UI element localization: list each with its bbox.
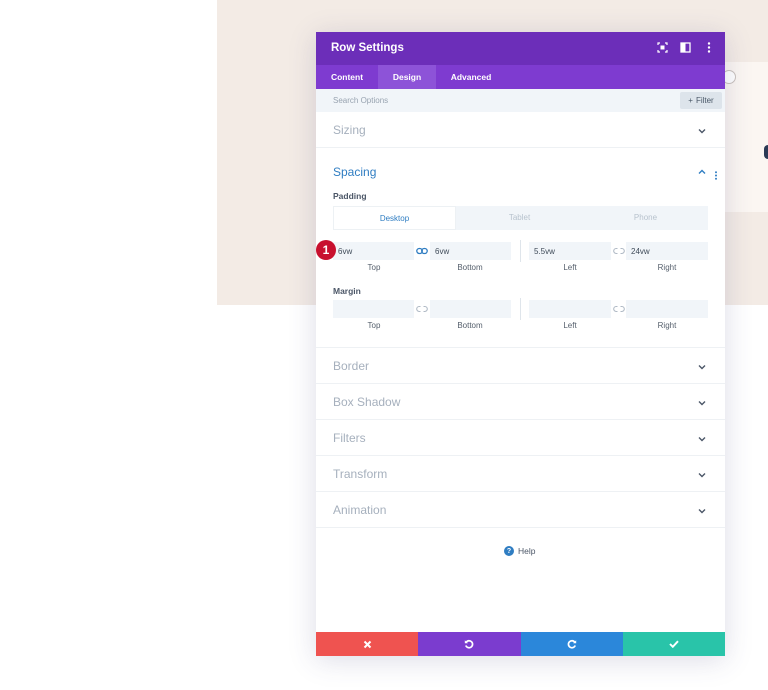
section-border[interactable]: Border [316, 348, 725, 384]
modal-tabs: Content Design Advanced [316, 65, 725, 89]
redo-icon [567, 639, 576, 649]
modal-header: Row Settings [316, 32, 725, 65]
row-settings-modal: Row Settings Content Design Advanced + F… [316, 32, 725, 656]
padding-left-label: Left [563, 263, 577, 272]
unlink-icon[interactable] [613, 304, 625, 314]
divider [520, 240, 521, 262]
padding-top-input[interactable] [333, 242, 414, 260]
device-tab-phone[interactable]: Phone [583, 206, 708, 230]
section-title-spacing[interactable]: Spacing [333, 165, 376, 179]
modal-title: Row Settings [331, 42, 404, 54]
margin-left-label: Left [563, 321, 577, 330]
page-background-inner [725, 62, 768, 212]
undo-icon [465, 639, 474, 649]
margin-right-input[interactable] [626, 300, 708, 318]
tab-content[interactable]: Content [316, 65, 378, 89]
check-icon [669, 640, 679, 648]
padding-right-label: Right [657, 263, 677, 272]
padding-bottom-label: Bottom [457, 263, 483, 272]
search-bar: + Filter [316, 89, 725, 112]
more-options-icon[interactable] [714, 167, 718, 180]
section-filters[interactable]: Filters [316, 420, 725, 456]
section-transform[interactable]: Transform [316, 456, 725, 492]
margin-label: Margin [333, 286, 361, 296]
search-input[interactable] [333, 93, 633, 108]
unlink-icon[interactable] [416, 304, 428, 314]
unlink-icon[interactable] [613, 246, 625, 256]
margin-bottom-label: Bottom [457, 321, 483, 330]
padding-right-input[interactable] [626, 242, 708, 260]
chevron-down-icon [697, 470, 707, 480]
link-icon[interactable] [416, 246, 428, 256]
section-title-box-shadow: Box Shadow [333, 395, 401, 409]
chevron-down-icon [697, 506, 707, 516]
margin-bottom-input[interactable] [430, 300, 511, 318]
margin-left-input[interactable] [529, 300, 611, 318]
filter-label: Filter [695, 96, 714, 105]
chevron-down-icon [697, 362, 707, 372]
section-title-sizing: Sizing [333, 123, 366, 137]
padding-bottom-input[interactable] [430, 242, 511, 260]
margin-right-label: Right [657, 321, 677, 330]
background-handle [764, 145, 768, 159]
padding-top-label: Top [367, 263, 381, 272]
device-tab-tablet[interactable]: Tablet [458, 206, 581, 230]
discard-button[interactable] [316, 632, 419, 656]
chevron-down-icon [697, 126, 707, 136]
modal-footer [316, 632, 725, 656]
section-box-shadow[interactable]: Box Shadow [316, 384, 725, 420]
filter-button[interactable]: + Filter [680, 92, 722, 109]
more-vertical-icon[interactable] [702, 41, 715, 54]
section-sizing[interactable]: Sizing [316, 112, 725, 148]
section-title-animation: Animation [333, 503, 387, 517]
chevron-up-icon[interactable] [697, 167, 707, 177]
help-link[interactable]: ? Help [504, 546, 535, 556]
device-tab-desktop[interactable]: Desktop [333, 206, 456, 230]
plus-icon: + [688, 96, 693, 105]
help-label: Help [518, 546, 536, 556]
chevron-down-icon [697, 434, 707, 444]
undo-button[interactable] [418, 632, 521, 656]
screenshot-icon[interactable] [656, 41, 669, 54]
section-animation[interactable]: Animation [316, 492, 725, 528]
save-button[interactable] [622, 632, 725, 656]
section-title-border: Border [333, 359, 370, 373]
divider [520, 298, 521, 320]
device-tabs: Desktop Tablet Phone [333, 206, 708, 230]
header-icons [656, 41, 715, 54]
close-icon [363, 640, 371, 648]
section-title-transform: Transform [333, 467, 388, 481]
margin-top-input[interactable] [333, 300, 414, 318]
redo-button[interactable] [520, 632, 623, 656]
tab-advanced[interactable]: Advanced [436, 65, 506, 89]
padding-left-input[interactable] [529, 242, 611, 260]
section-title-filters: Filters [333, 431, 366, 445]
help-icon: ? [504, 546, 514, 556]
margin-top-label: Top [367, 321, 381, 330]
padding-label: Padding [333, 191, 367, 201]
chevron-down-icon [697, 398, 707, 408]
step-badge: 1 [316, 240, 336, 260]
tab-design[interactable]: Design [378, 65, 436, 89]
split-view-icon[interactable] [679, 41, 692, 54]
